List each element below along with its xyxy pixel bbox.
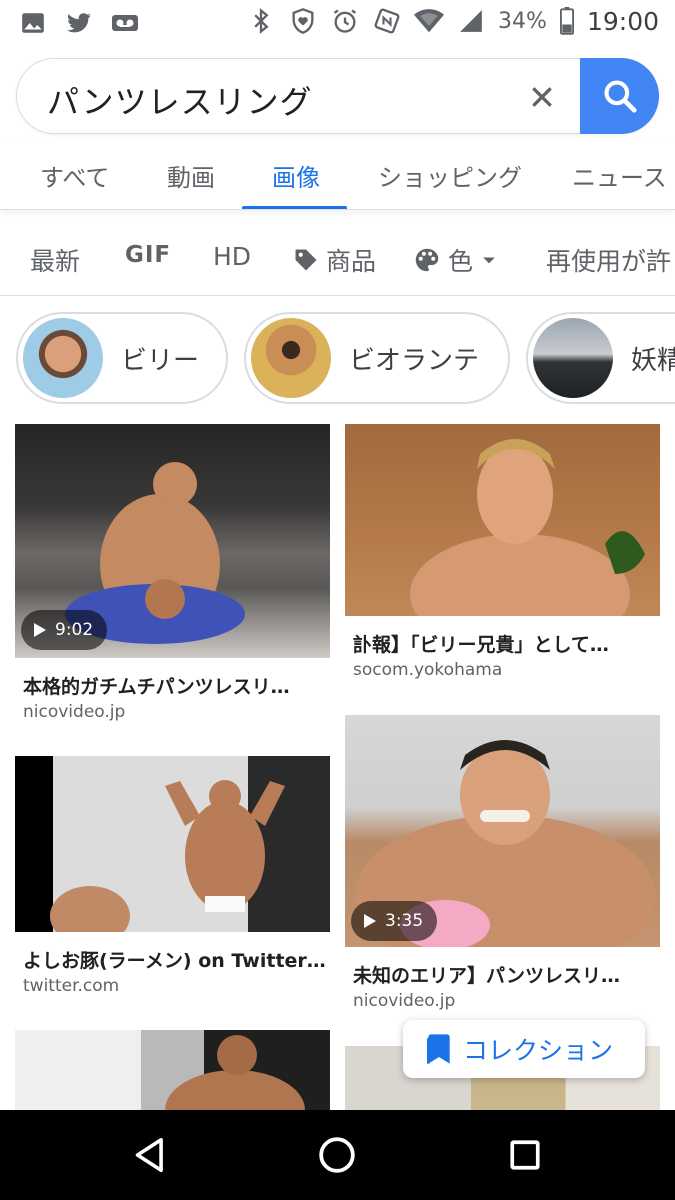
- chip-thumbnail: [533, 318, 613, 398]
- video-duration-badge: 3:35: [351, 901, 438, 941]
- search-bar[interactable]: パンツレスリング: [16, 58, 659, 134]
- collection-label: コレクション: [463, 1036, 614, 1065]
- tab-shopping[interactable]: ショッピング: [378, 158, 522, 193]
- chip-fairy[interactable]: 妖精: [526, 312, 675, 404]
- filter-gif-label: GIF: [125, 242, 172, 268]
- filter-color[interactable]: 色: [412, 242, 499, 278]
- related-search-chips: ビリー ビオランテ 妖精: [0, 310, 675, 406]
- filter-hd[interactable]: HD: [213, 242, 251, 271]
- filter-usage-rights[interactable]: 再使用が許: [546, 242, 671, 278]
- play-icon: [34, 623, 46, 637]
- search-tabs: すべて 動画 画像 ショッピング ニュース: [0, 140, 675, 210]
- result-title[interactable]: 本格的ガチムチパンツレスリ…: [23, 672, 290, 699]
- result-title[interactable]: よしお豚(ラーメン) on Twitter…: [23, 946, 326, 973]
- battery-percent: 34%: [498, 8, 547, 34]
- tab-images[interactable]: 画像: [272, 158, 320, 193]
- home-button[interactable]: [317, 1135, 357, 1175]
- result-image-art: [165, 1035, 305, 1110]
- result-title[interactable]: 訃報】「ビリー兄貴」として…: [353, 630, 609, 657]
- filter-usage-rights-label: 再使用が許: [546, 247, 672, 276]
- status-bar: 34% 19:00: [0, 0, 675, 48]
- image-filter-bar: 最新 GIF HD 商品 色 再使用が許: [0, 220, 675, 296]
- tab-all[interactable]: すべて: [40, 158, 109, 193]
- result-image[interactable]: [15, 1030, 330, 1110]
- gallery-icon: [18, 8, 48, 38]
- bookmark-icon: [427, 1034, 450, 1064]
- video-duration-badge: 9:02: [21, 610, 108, 650]
- clock: 19:00: [586, 6, 659, 36]
- result-source: nicovideo.jp: [353, 991, 456, 1011]
- system-navigation-bar: [0, 1110, 675, 1200]
- tab-news[interactable]: ニュース: [572, 158, 667, 193]
- filter-hd-label: HD: [213, 242, 252, 271]
- result-card[interactable]: 3:35 未知のエリア】パンツレスリ… nicovideo.jp: [345, 715, 660, 1013]
- bluetooth-icon: [246, 6, 276, 36]
- signal-icon: [456, 6, 486, 36]
- result-image-art: [410, 439, 645, 616]
- tag-icon: [295, 249, 317, 271]
- alarm-icon: [330, 6, 360, 36]
- recents-icon: [510, 1140, 540, 1170]
- filter-recent-label: 最新: [30, 247, 81, 276]
- duration-label: 3:35: [385, 911, 424, 931]
- collection-button[interactable]: コレクション: [403, 1020, 645, 1078]
- recents-button[interactable]: [505, 1135, 545, 1175]
- chip-label: ビオランテ: [349, 345, 480, 376]
- chip-billy[interactable]: ビリー: [16, 312, 228, 404]
- voicemail-icon: [110, 8, 140, 38]
- chip-label: 妖精: [631, 345, 675, 376]
- result-source: socom.yokohama: [353, 660, 503, 680]
- filter-gif[interactable]: GIF: [125, 242, 171, 268]
- filter-recent[interactable]: 最新: [30, 242, 80, 278]
- result-image[interactable]: 3:35: [345, 715, 660, 947]
- result-image-art: [50, 780, 285, 932]
- search-icon: [603, 80, 637, 113]
- active-tab-indicator: [242, 206, 347, 209]
- result-image[interactable]: [15, 756, 330, 932]
- result-image[interactable]: [345, 424, 660, 616]
- filter-products[interactable]: 商品: [292, 242, 376, 278]
- back-icon: [135, 1137, 163, 1173]
- result-source: twitter.com: [23, 976, 120, 996]
- clear-search-button[interactable]: [522, 77, 562, 117]
- palette-icon: [415, 248, 439, 272]
- filter-color-label: 色: [448, 247, 474, 276]
- chip-thumbnail: [251, 318, 331, 398]
- close-icon: [532, 87, 552, 107]
- chip-thumbnail: [23, 318, 103, 398]
- nfc-icon: [372, 6, 402, 36]
- chevron-down-icon: [483, 257, 495, 264]
- search-input[interactable]: パンツレスリング: [47, 77, 313, 123]
- home-icon: [319, 1137, 355, 1173]
- duration-label: 9:02: [55, 620, 94, 640]
- wifi-icon: [414, 6, 445, 36]
- result-source: nicovideo.jp: [23, 702, 126, 722]
- result-card[interactable]: [15, 1030, 330, 1110]
- heart-shield-icon: [288, 6, 318, 36]
- battery-icon: [559, 6, 575, 36]
- filter-products-label: 商品: [326, 247, 377, 276]
- result-card[interactable]: 9:02 本格的ガチムチパンツレスリ… nicovideo.jp: [15, 424, 330, 724]
- chip-biollante[interactable]: ビオランテ: [244, 312, 510, 404]
- search-button[interactable]: [580, 58, 659, 134]
- result-image[interactable]: 9:02: [15, 424, 330, 658]
- result-title[interactable]: 未知のエリア】パンツレスリ…: [353, 961, 620, 988]
- tab-videos[interactable]: 動画: [167, 158, 215, 193]
- play-icon: [364, 914, 376, 928]
- result-card[interactable]: よしお豚(ラーメン) on Twitter… twitter.com: [15, 756, 330, 996]
- twitter-icon: [64, 8, 94, 38]
- chip-label: ビリー: [121, 345, 200, 376]
- back-button[interactable]: [130, 1135, 170, 1175]
- result-card[interactable]: 訃報】「ビリー兄貴」として… socom.yokohama: [345, 424, 660, 686]
